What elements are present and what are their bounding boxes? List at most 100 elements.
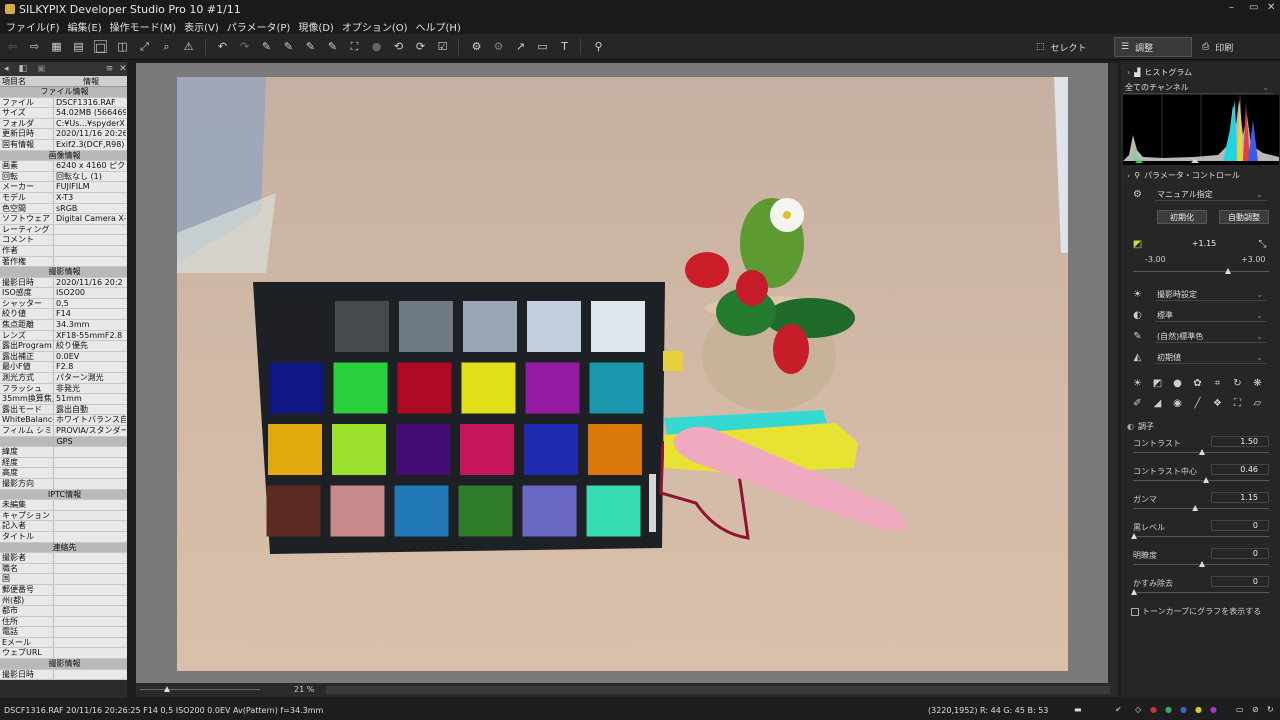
color-label-blue-icon[interactable]: ● (1180, 705, 1187, 714)
info-row[interactable]: 固有情報 Exif2.3(DCF,R98) Y (0, 139, 127, 151)
info-row[interactable]: 記入者 (0, 521, 127, 532)
info-row[interactable]: 回転 回転なし (1) (0, 171, 127, 183)
menu-develop[interactable]: 現像(D) (298, 19, 334, 34)
crop-icon[interactable]: ⛶ (348, 40, 361, 53)
dropper-gray-icon[interactable]: ✎ (282, 40, 295, 53)
info-row[interactable]: 撮影日時 2020/11/16 20:2 (0, 277, 127, 289)
info-row[interactable]: シャッター 0,5 (0, 298, 127, 310)
info-row[interactable]: 撮影日時 (0, 669, 127, 681)
info-section-header[interactable]: 画像情報 (0, 150, 127, 162)
menu-edit[interactable]: 編集(E) (68, 19, 102, 34)
dropper-white-icon[interactable]: ✎ (326, 40, 339, 53)
slider-value[interactable]: 0 (1211, 548, 1269, 559)
info-row[interactable]: 撮影方向 (0, 478, 127, 490)
info-row[interactable]: 画素 6240 x 4160 ピクセ (0, 161, 127, 172)
batch-develop-icon[interactable]: ⚙ (492, 40, 505, 53)
exposure-value[interactable]: +1.15 (1179, 239, 1229, 251)
info-row[interactable]: フォルダ C:¥Us...¥spyderX (0, 118, 127, 130)
undo-icon[interactable]: ↶ (216, 40, 229, 53)
info-row[interactable]: モデル X-T3 (0, 192, 127, 204)
mode-select-button[interactable]: ⬚ セレクト (1030, 37, 1110, 57)
info-row[interactable]: 高度 (0, 468, 127, 479)
info-row[interactable]: 未編集 (0, 500, 127, 511)
tool-crop-icon[interactable]: ⛶ (1232, 398, 1243, 409)
slider-track[interactable] (1133, 508, 1269, 509)
tone-curve-option[interactable]: トーンカーブにグラフを表示する (1131, 606, 1261, 617)
info-row[interactable]: ソフトウェア Digital Camera X-T (0, 214, 127, 225)
menu-help[interactable]: ヘルプ(H) (416, 19, 461, 34)
forward-icon[interactable]: ⇨ (28, 40, 41, 53)
info-row[interactable]: WhiteBalanceホワイトバランス自動 (0, 415, 127, 426)
exposure-reset-icon[interactable]: ⤡ (1257, 239, 1268, 250)
tool-pen-icon[interactable]: ╱ (1192, 398, 1203, 409)
tool-filter-icon[interactable]: ❋ (1252, 378, 1263, 389)
initialize-button[interactable]: 初期化 (1157, 210, 1207, 224)
histogram-header[interactable]: › ▟ ヒストグラム (1121, 64, 1280, 80)
info-row[interactable]: メーカー FUJIFILM (0, 182, 127, 193)
tool-color-icon[interactable]: ✿ (1192, 378, 1203, 389)
panel-menu-icon[interactable]: ≡ (106, 64, 114, 74)
dropper-icon[interactable]: ✎ (260, 40, 273, 53)
tool-exposure-icon[interactable]: ◩ (1152, 378, 1163, 389)
info-row[interactable]: サイズ 54.02MB (5664697 (0, 108, 127, 119)
info-row[interactable]: レンズ XF18-55mmF2.8 (0, 330, 127, 342)
mode-print-button[interactable]: ⎙ 印刷 (1196, 37, 1276, 57)
text-tool-icon[interactable]: T (558, 40, 571, 53)
info-row[interactable]: 最小F値 F2.8 (0, 362, 127, 374)
info-row[interactable]: 露出補正 0.0EV (0, 351, 127, 363)
tool-ball-icon[interactable]: ● (1172, 378, 1183, 389)
info-row[interactable]: 色空間 sRGB (0, 203, 127, 215)
zoom-icon[interactable]: ⌕ (160, 40, 173, 53)
info-row[interactable]: Eメール (0, 637, 127, 649)
fullscreen-icon[interactable]: ⤢ (138, 40, 151, 53)
auto-adjust-button[interactable]: 自動調整 (1219, 210, 1269, 224)
tool-brush-icon[interactable]: ✐ (1132, 398, 1143, 409)
apply-icon[interactable]: ☑ (436, 40, 449, 53)
info-row[interactable]: ウェブURL (0, 648, 127, 660)
info-section-header[interactable]: GPS (0, 436, 127, 448)
slider-value[interactable]: 1.50 (1211, 436, 1269, 447)
refresh-icon[interactable]: ↻ (1267, 705, 1274, 714)
parameter-control-header[interactable]: › ⚲ パラメータ・コントロール (1121, 167, 1280, 183)
folder-tab-icon[interactable]: ▣ (37, 64, 46, 74)
color-label-green-icon[interactable]: ● (1165, 705, 1172, 714)
info-row[interactable]: 都市 (0, 606, 127, 617)
info-row[interactable]: 経度 (0, 457, 127, 469)
info-row[interactable]: 著作権 (0, 256, 127, 268)
slideshow-icon[interactable]: ▭ (536, 40, 549, 53)
info-section-header[interactable]: IPTC情報 (0, 489, 127, 501)
info-row[interactable]: 職名 (0, 563, 127, 575)
info-row[interactable]: 露出モード 露出自動 (0, 404, 127, 416)
tool-perspective-icon[interactable]: ▱ (1252, 398, 1263, 409)
settings-search-icon[interactable]: ⚲ (592, 40, 605, 53)
slider-value[interactable]: 0 (1211, 520, 1269, 531)
info-row[interactable]: ISO感度 ISO200 (0, 288, 127, 299)
info-row[interactable]: 緯度 (0, 447, 127, 458)
minimize-button[interactable]: – (1229, 2, 1234, 13)
compare-view-icon[interactable]: ◫ (116, 40, 129, 53)
status-save-icon[interactable]: ▬ (1074, 705, 1082, 714)
slider-track[interactable] (1133, 592, 1269, 593)
info-row[interactable]: 住所 (0, 616, 127, 628)
back-icon[interactable]: ⇦ (6, 40, 19, 53)
color-select[interactable]: (自然)標準色 ⌄ (1155, 330, 1267, 343)
slider-track[interactable] (1133, 480, 1269, 481)
tag-icon[interactable]: ◇ (1135, 705, 1141, 714)
tool-rotate-icon[interactable]: ↻ (1232, 378, 1243, 389)
info-row[interactable]: レーティング (0, 224, 127, 236)
dropper-skin-icon[interactable]: ✎ (304, 40, 317, 53)
mode-adjust-button[interactable]: ☰ 調整 (1114, 37, 1192, 57)
info-row[interactable]: タイトル (0, 531, 127, 543)
redo-icon[interactable]: ↷ (238, 40, 251, 53)
info-row[interactable]: 郵便番号 (0, 584, 127, 596)
develop-icon[interactable]: ⚙ (470, 40, 483, 53)
info-row[interactable]: 電話 (0, 627, 127, 638)
slider-value[interactable]: 1.15 (1211, 492, 1269, 503)
rating-icon[interactable]: ▭ (1236, 705, 1244, 714)
reject-icon[interactable]: ⊘ (1252, 705, 1259, 714)
zoom-slider[interactable] (140, 689, 260, 690)
slider-track[interactable] (1133, 536, 1269, 537)
tone-curve-checkbox[interactable] (1131, 607, 1139, 616)
spot-icon[interactable]: ● (370, 40, 383, 53)
single-view-icon[interactable]: □ (94, 40, 107, 54)
